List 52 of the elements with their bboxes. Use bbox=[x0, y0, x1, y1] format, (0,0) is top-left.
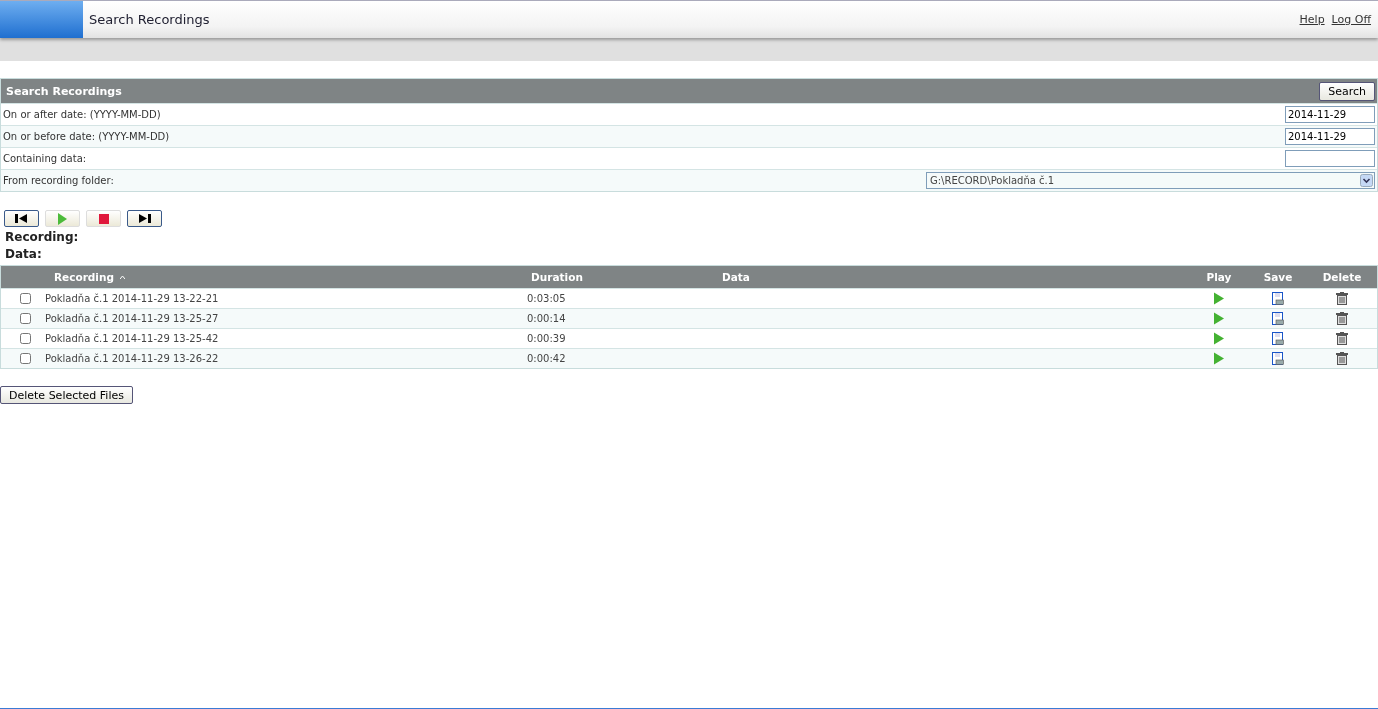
skip-back-icon bbox=[15, 214, 28, 223]
text-field[interactable] bbox=[1285, 150, 1375, 167]
column-header[interactable]: Play bbox=[1189, 271, 1249, 283]
row-checkbox[interactable] bbox=[20, 313, 31, 324]
previous-button[interactable] bbox=[4, 210, 39, 227]
sort-caret-icon bbox=[119, 275, 125, 279]
column-header[interactable]: Recording bbox=[54, 271, 114, 283]
play-icon bbox=[58, 212, 67, 225]
trash-can-icon[interactable] bbox=[1336, 312, 1348, 325]
skip-forward-icon bbox=[138, 214, 151, 223]
stop-icon bbox=[98, 213, 109, 224]
play-button[interactable] bbox=[45, 210, 80, 227]
play-icon[interactable] bbox=[1213, 332, 1225, 345]
dropdown-value: G:\RECORD\Pokladňa č.1 bbox=[930, 175, 1055, 186]
duration-cell-text: 0:00:14 bbox=[527, 313, 567, 324]
recording-label: Recording: bbox=[5, 230, 80, 244]
field-label: From recording folder: bbox=[3, 175, 114, 186]
row-checkbox[interactable] bbox=[20, 293, 31, 304]
recording-name: Pokladňa č.1 2014-11-29 13-25-27 bbox=[45, 313, 220, 324]
trash-can-icon[interactable] bbox=[1336, 352, 1348, 365]
page-title: Search Recordings bbox=[89, 12, 211, 27]
column-header[interactable]: Save bbox=[1249, 271, 1307, 283]
recording-name: Pokladňa č.1 2014-11-29 13-26-22 bbox=[45, 353, 220, 364]
field-label: On or before date: (YYYY-MM-DD) bbox=[3, 131, 170, 142]
duration-cell-text: 0:00:39 bbox=[527, 333, 567, 344]
trash-can-icon[interactable] bbox=[1336, 332, 1348, 345]
column-header[interactable]: Delete bbox=[1307, 271, 1377, 283]
header-link[interactable]: Log Off bbox=[1331, 13, 1371, 26]
recording-name: Pokladňa č.1 2014-11-29 13-25-42 bbox=[45, 333, 220, 344]
duration-cell-text: 0:00:42 bbox=[527, 353, 567, 364]
stop-button[interactable] bbox=[86, 210, 121, 227]
play-icon[interactable] bbox=[1213, 292, 1225, 305]
next-button[interactable] bbox=[127, 210, 162, 227]
recording-name: Pokladňa č.1 2014-11-29 13-22-21 bbox=[45, 293, 220, 304]
play-icon[interactable] bbox=[1213, 352, 1225, 365]
row-checkbox[interactable] bbox=[20, 353, 31, 364]
play-icon[interactable] bbox=[1213, 312, 1225, 325]
text-field[interactable]: 2014-11-29 bbox=[1285, 128, 1375, 145]
column-header[interactable]: Data bbox=[587, 271, 885, 283]
field-label: On or after date: (YYYY-MM-DD) bbox=[3, 109, 161, 120]
text-field[interactable]: 2014-11-29 bbox=[1285, 106, 1375, 123]
folder-dropdown[interactable]: G:\RECORD\Pokladňa č.1 bbox=[926, 172, 1375, 189]
trash-can-icon[interactable] bbox=[1336, 292, 1348, 305]
duration-cell-text: 0:03:05 bbox=[527, 293, 567, 304]
panel-title: Search Recordings bbox=[6, 84, 122, 98]
column-header[interactable]: Duration bbox=[527, 271, 587, 283]
delete-selected-button[interactable]: Delete Selected Files bbox=[0, 386, 133, 404]
row-checkbox[interactable] bbox=[20, 333, 31, 344]
data-label: Data: bbox=[5, 247, 43, 261]
header-link[interactable]: Help bbox=[1299, 13, 1325, 26]
field-label: Containing data: bbox=[3, 153, 87, 164]
search-button[interactable]: Search bbox=[1319, 81, 1375, 101]
